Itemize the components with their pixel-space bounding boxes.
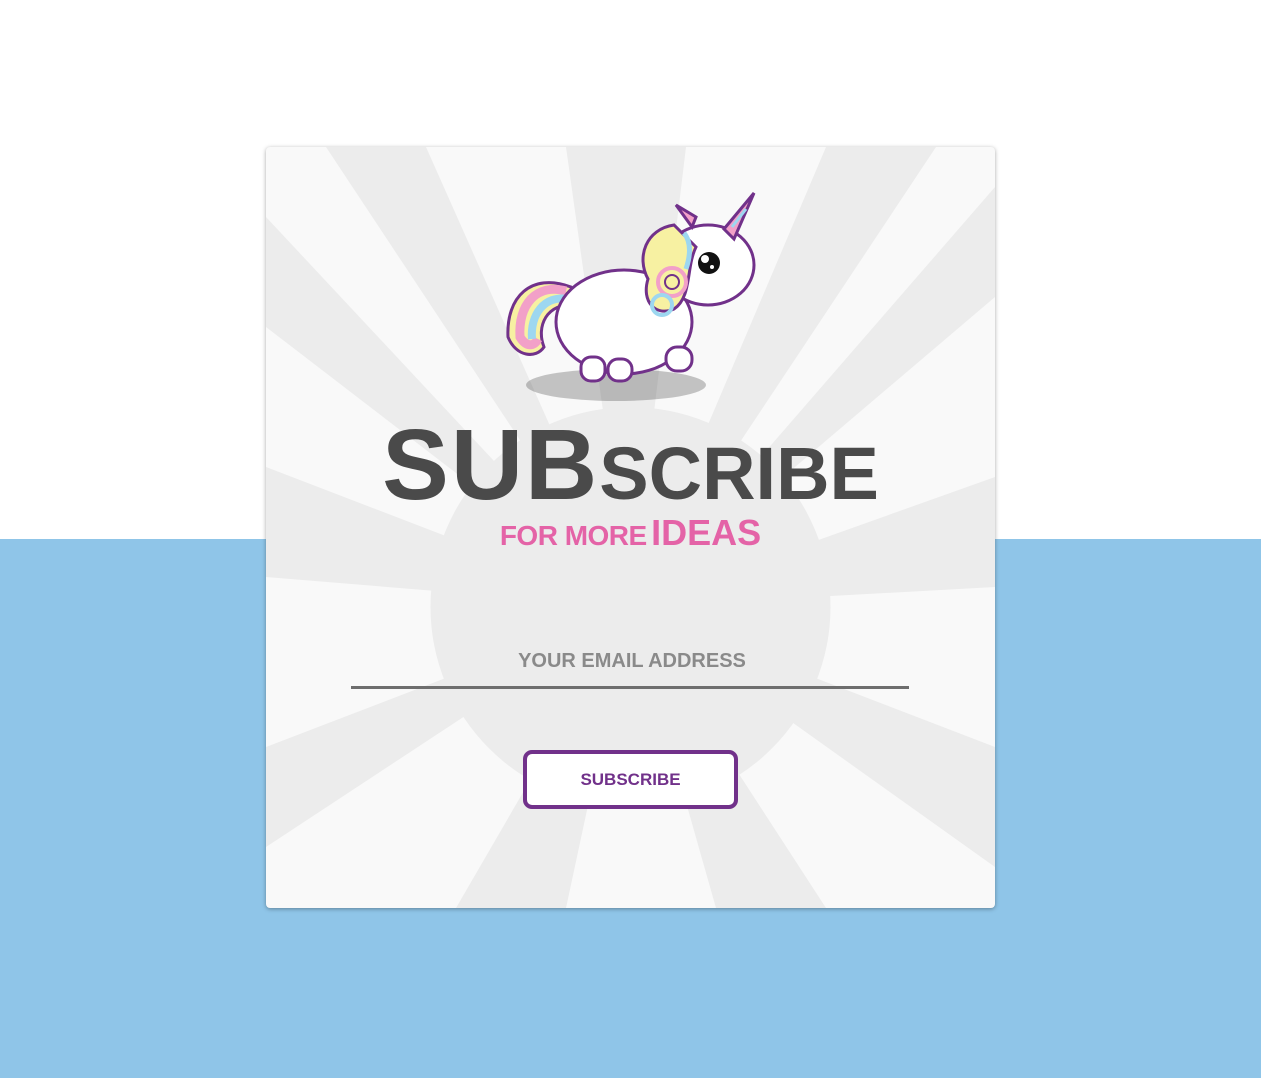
headline-big: SUB <box>382 409 600 521</box>
subscribe-button[interactable]: SUBSCRIBE <box>523 750 738 809</box>
subline-part2: IDEAS <box>651 512 762 553</box>
subscribe-headline: SUBSCRIBE <box>266 415 995 515</box>
subline-part1: FOR MORE <box>499 520 647 551</box>
email-field-wrapper <box>351 640 913 689</box>
subscribe-card: SUBSCRIBE FOR MORE IDEAS SUBSCRIBE <box>266 147 995 908</box>
subscribe-subline: FOR MORE IDEAS <box>266 515 995 551</box>
unicorn-icon <box>506 192 756 401</box>
headline-small: SCRIBE <box>599 432 879 515</box>
email-field[interactable] <box>351 640 913 682</box>
